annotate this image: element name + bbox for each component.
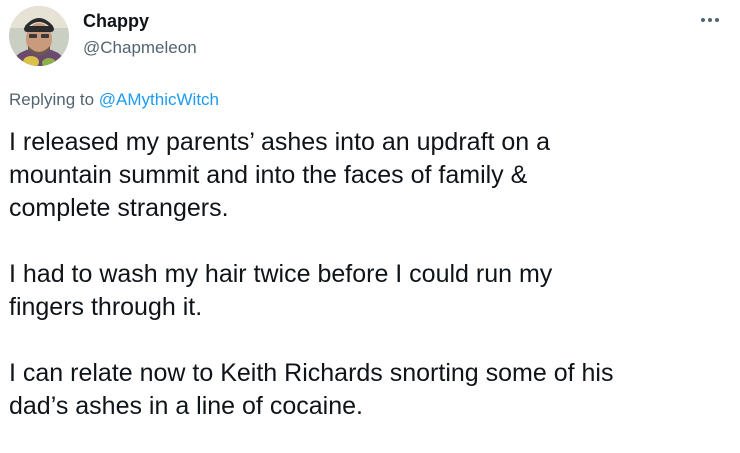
more-options-icon-dot: [715, 18, 719, 22]
more-options-button[interactable]: [693, 8, 727, 32]
reply-mention-link[interactable]: @AMythicWitch: [99, 90, 219, 109]
tweet-line: dad’s ashes in a line of cocaine.: [9, 392, 363, 420]
tweet-paragraph: I released my parents’ ashes into an upd…: [9, 126, 731, 225]
more-options-icon-dot: [708, 18, 712, 22]
tweet-text: I released my parents’ ashes into an upd…: [9, 126, 731, 423]
replying-to-label: Replying to: [9, 90, 99, 109]
tweet-paragraph: I can relate now to Keith Richards snort…: [9, 357, 731, 423]
replying-to: Replying to @AMythicWitch: [9, 89, 219, 111]
user-avatar-photo-icon: [9, 6, 69, 66]
tweet-line: mountain summit and into the faces of fa…: [9, 161, 528, 189]
more-options-icon: [701, 18, 705, 22]
tweet-line: I had to wash my hair twice before I cou…: [9, 260, 553, 288]
author-name[interactable]: Chappy: [83, 10, 149, 32]
author-avatar[interactable]: [9, 6, 69, 66]
tweet-paragraph: I had to wash my hair twice before I cou…: [9, 258, 731, 324]
tweet-card: Chappy @Chapmeleon Replying to @AMythicW…: [0, 0, 740, 453]
tweet-line: fingers through it.: [9, 293, 203, 321]
author-handle[interactable]: @Chapmeleon: [83, 37, 197, 59]
tweet-line: complete strangers.: [9, 194, 229, 222]
tweet-line: I can relate now to Keith Richards snort…: [9, 359, 614, 387]
tweet-line: I released my parents’ ashes into an upd…: [9, 128, 551, 156]
